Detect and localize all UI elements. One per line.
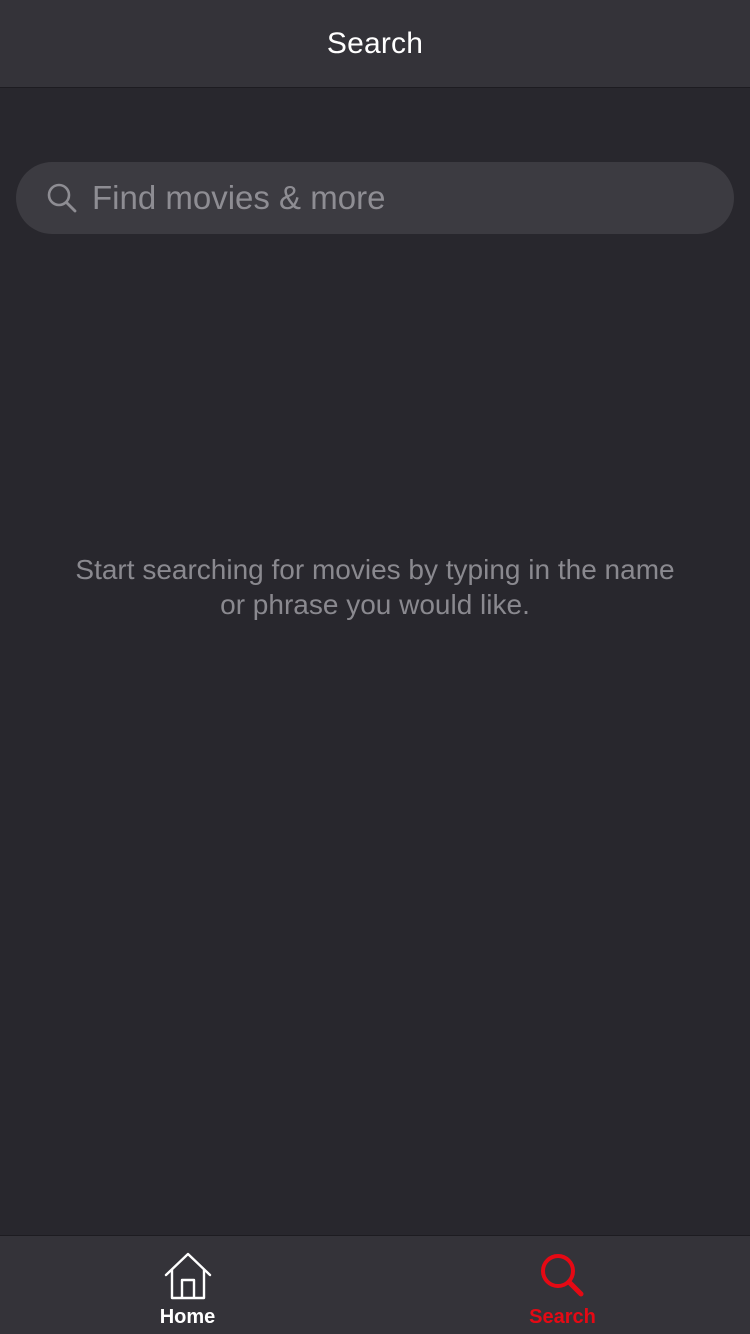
home-icon [162, 1250, 214, 1302]
tab-home-label: Home [159, 1306, 216, 1328]
search-screen: Search Start searching for movies by typ… [0, 0, 750, 1334]
search-icon [46, 182, 78, 214]
empty-state-message: Start searching for movies by typing in … [75, 554, 675, 620]
tab-bar: Home Search [0, 1235, 750, 1334]
tab-search[interactable]: Search [375, 1236, 750, 1334]
search-input[interactable] [92, 168, 734, 228]
page-title: Search [326, 26, 424, 60]
tab-home[interactable]: Home [0, 1236, 375, 1334]
search-icon [537, 1250, 589, 1302]
search-bar[interactable] [16, 162, 734, 234]
tab-search-label: Search [529, 1306, 596, 1328]
navigation-bar: Search [0, 0, 750, 88]
